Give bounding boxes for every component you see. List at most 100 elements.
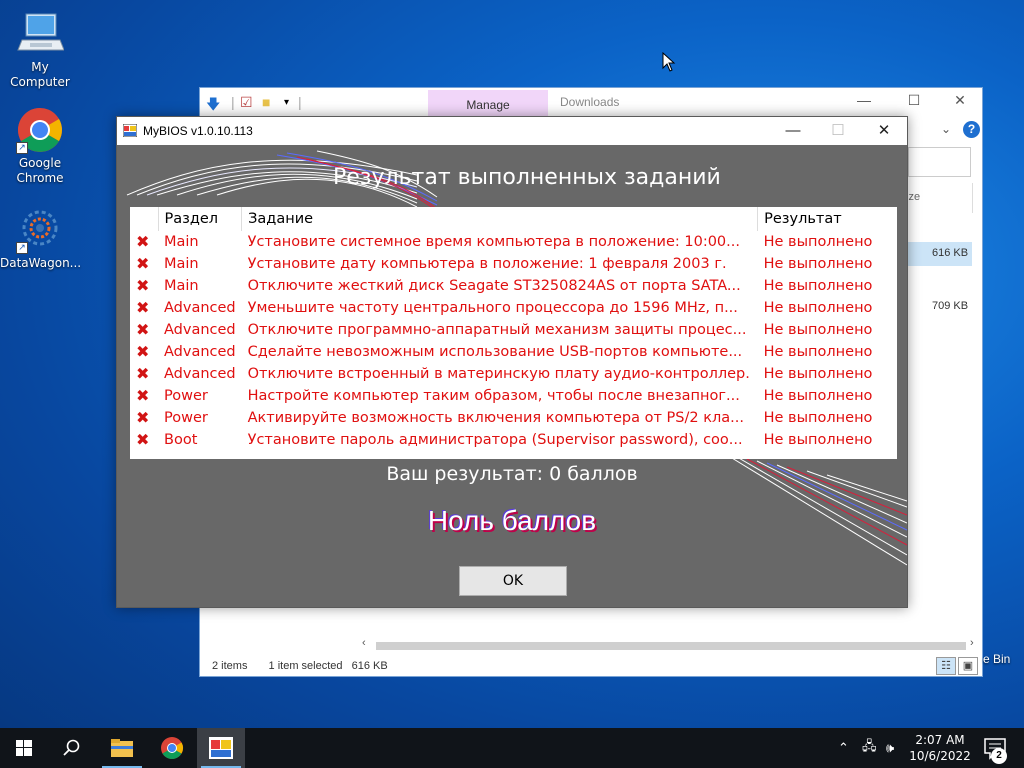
failed-status-cell: ✖ (130, 341, 158, 363)
search-button[interactable] (48, 728, 96, 768)
task-cell: Отключите встроенный в материнскую плату… (247, 366, 750, 382)
details-view-icon[interactable]: ☷ (936, 657, 956, 675)
maximize-button[interactable]: ☐ (903, 92, 925, 112)
task-cell: Сделайте невозможным использование USB-п… (247, 344, 743, 360)
close-button[interactable]: ✕ (869, 120, 899, 142)
scrollbar-thumb[interactable] (376, 642, 966, 650)
table-row[interactable]: ✖ Main Установите системное время компьюте… (130, 231, 897, 253)
network-icon[interactable]: 🖧 (862, 728, 877, 768)
mouse-cursor-icon (662, 52, 676, 72)
failed-status-cell: ✖ (130, 407, 158, 429)
table-row[interactable]: ✖ Advanced Сделайте невозможным использова… (130, 341, 897, 363)
table-row[interactable]: ✖ Boot Установите пароль администратора (S… (130, 429, 897, 451)
desktop-icon-recycle-bin[interactable]: e Bin (983, 652, 1010, 666)
ok-button[interactable]: OK (459, 566, 567, 596)
clock[interactable]: 2:07 AM 10/6/2022 (908, 732, 972, 764)
minimize-button[interactable]: — (853, 92, 875, 112)
minimize-button[interactable]: — (778, 120, 808, 142)
taskbar-mybios[interactable] (197, 728, 245, 768)
failed-x-icon: ✖ (136, 407, 150, 427)
failed-x-icon: ✖ (136, 297, 150, 317)
section-cell: Advanced (164, 344, 236, 360)
window-title: MyBIOS v1.0.10.113 (143, 124, 253, 138)
window-location-title: Downloads (560, 95, 620, 109)
column-divider (972, 183, 973, 213)
maximize-button: ☐ (831, 122, 845, 139)
column-header-size[interactable]: ize (906, 191, 920, 203)
search-input[interactable] (908, 147, 971, 177)
task-cell: Установите пароль администратора (Superv… (247, 432, 743, 448)
status-selected: 1 item selected (268, 660, 343, 672)
result-cell: Не выполнено (763, 366, 873, 382)
task-cell: Установите дату компьютера в положение: … (247, 256, 727, 272)
expand-ribbon-icon[interactable]: ⌄ (941, 122, 951, 136)
scroll-right-icon[interactable]: › (970, 637, 974, 649)
section-cell: Power (164, 410, 208, 426)
section-cell: Advanced (164, 300, 236, 316)
desktop-icon-google-chrome[interactable]: ↗ Google Chrome (0, 106, 80, 186)
file-size: 709 KB (932, 300, 969, 312)
results-heading: Результат выполненных заданий (333, 165, 721, 190)
close-button[interactable]: ✕ (949, 92, 971, 112)
scroll-left-icon[interactable]: ‹ (362, 637, 366, 649)
mybios-app-icon (123, 124, 137, 137)
help-icon[interactable]: ? (963, 121, 980, 138)
file-size: 616 KB (932, 247, 969, 259)
failed-x-icon: ✖ (136, 231, 150, 251)
status-item-count: 2 items (212, 660, 248, 672)
taskbar-file-explorer[interactable] (98, 728, 146, 768)
mybios-titlebar[interactable]: MyBIOS v1.0.10.113 — ☐ ✕ (117, 117, 907, 145)
down-arrow-icon[interactable]: 🡇 (206, 94, 220, 118)
start-button[interactable] (0, 728, 48, 768)
section-cell: Boot (164, 432, 198, 448)
task-cell: Уменьшите частоту центрального процессор… (247, 300, 738, 316)
table-row[interactable]: ✖ Advanced Отключите встроенный в материнс… (130, 363, 897, 385)
table-row[interactable]: ✖ Main Установите дату компьютера в положе… (130, 253, 897, 275)
table-row[interactable]: ✖ Main Отключите жесткий диск Seagate ST32… (130, 275, 897, 297)
clock-date: 10/6/2022 (909, 749, 971, 763)
failed-x-icon: ✖ (136, 275, 150, 295)
section-cell: Main (164, 278, 199, 294)
failed-x-icon: ✖ (136, 363, 150, 383)
folder-icon (111, 739, 133, 757)
failed-status-cell: ✖ (130, 319, 158, 341)
failed-status-cell: ✖ (130, 363, 158, 385)
column-header-result[interactable]: Результат (758, 207, 897, 231)
result-cell: Не выполнено (763, 256, 873, 272)
failed-status-cell: ✖ (130, 231, 158, 253)
properties-icon[interactable]: ☑ (240, 94, 253, 111)
show-hidden-icons-button[interactable]: ⌃ (838, 728, 849, 768)
section-cell: Main (164, 256, 199, 272)
desktop-icon-datawagon[interactable]: ↗ DataWagon... (0, 206, 82, 271)
clock-time: 2:07 AM (915, 733, 965, 747)
mybios-window[interactable]: MyBIOS v1.0.10.113 — ☐ ✕ Результат выпол… (116, 116, 908, 608)
section-cell: Main (164, 234, 199, 250)
tab-manage[interactable]: Manage (428, 90, 548, 118)
column-header-status (130, 207, 159, 231)
divider: | (298, 94, 302, 110)
score-text: Ваш результат: 0 баллов (386, 463, 638, 485)
horizontal-scrollbar[interactable]: ‹ › (360, 637, 982, 655)
table-row[interactable]: ✖ Advanced Уменьшите частоту центрального … (130, 297, 897, 319)
table-row[interactable]: ✖ Power Настройте компьютер таким образом,… (130, 385, 897, 407)
desktop-icon-label: DataWagon... (0, 256, 82, 270)
results-table[interactable]: Раздел Задание Результат ✖ Main Установите… (130, 207, 897, 459)
failed-status-cell: ✖ (130, 429, 158, 451)
status-selected-size: 616 KB (351, 660, 388, 672)
desktop-icon-label: Google Chrome (0, 156, 80, 186)
table-row[interactable]: ✖ Power Активируйте возможность включения … (130, 407, 897, 429)
table-row[interactable]: ✖ Advanced Отключите программно-аппаратный… (130, 319, 897, 341)
customize-quick-access-icon[interactable]: ▾ (284, 97, 289, 108)
large-icons-view-icon[interactable]: ▣ (958, 657, 978, 675)
mybios-app-icon (209, 737, 233, 759)
column-header-section[interactable]: Раздел (158, 207, 243, 231)
explorer-titlebar[interactable]: 🡇 | ☑ ■ ▾ | Manage Downloads — ☐ ✕ (200, 88, 982, 118)
column-header-task[interactable]: Задание (241, 207, 759, 231)
taskbar-chrome[interactable] (148, 728, 196, 768)
volume-icon[interactable]: 🕪 (886, 728, 894, 768)
section-cell: Advanced (164, 366, 236, 382)
desktop-icon-label: My Computer (10, 60, 70, 89)
task-cell: Установите системное время компьютера в … (247, 234, 740, 250)
new-folder-icon[interactable]: ■ (262, 94, 270, 110)
desktop-icon-my-computer[interactable]: My Computer (0, 10, 80, 90)
